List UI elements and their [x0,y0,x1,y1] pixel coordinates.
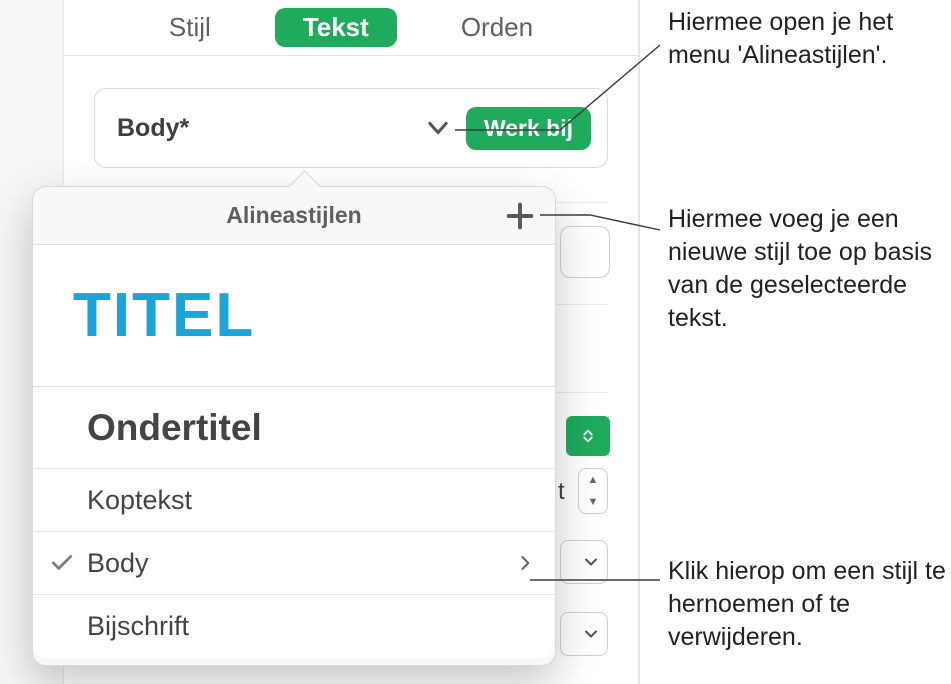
callout-leaders [0,0,951,684]
